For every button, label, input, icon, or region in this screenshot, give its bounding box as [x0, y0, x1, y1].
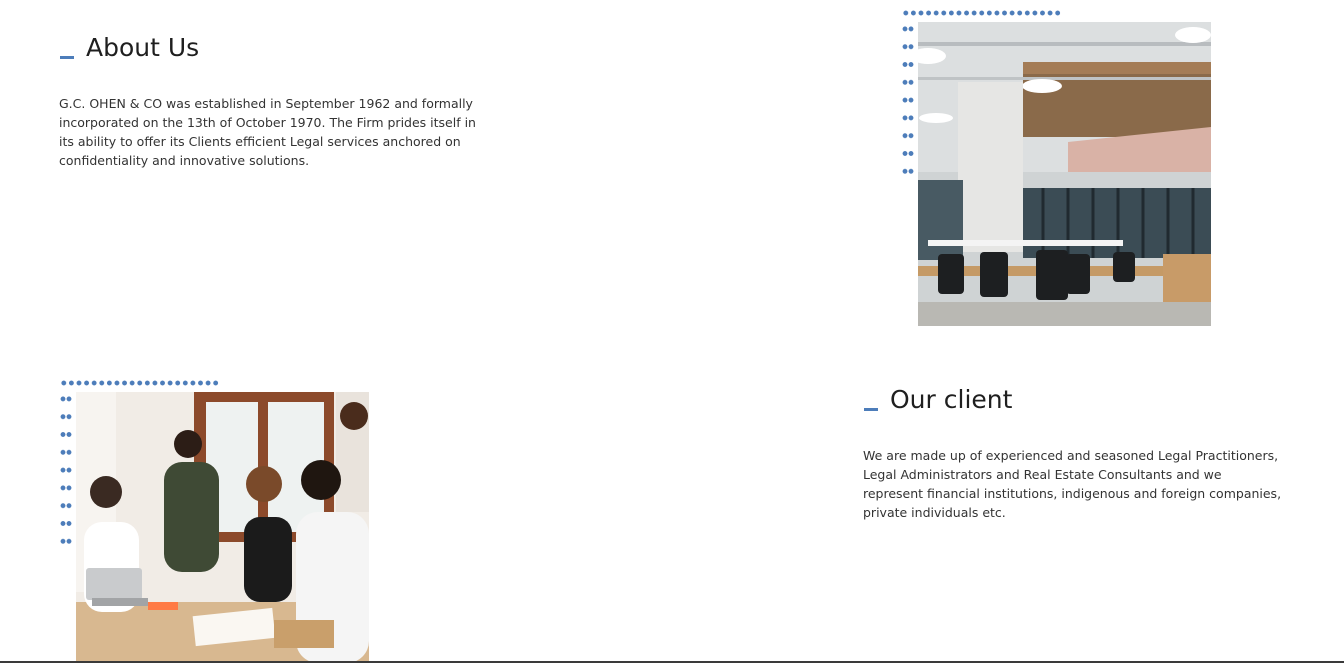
office-photo-illustration — [918, 22, 1211, 326]
dot-pattern-top — [60, 380, 220, 386]
team-image — [76, 392, 369, 663]
about-text: G.C. OHEN & CO was established in Septem… — [59, 96, 476, 168]
client-title-text: Our client — [890, 385, 1013, 414]
client-title: Our client — [864, 385, 1012, 414]
dot-pattern-side — [902, 20, 914, 180]
dot-pattern-side — [60, 390, 72, 550]
about-title-text: About Us — [86, 33, 200, 62]
office-image — [918, 22, 1211, 326]
team-photo-illustration — [76, 392, 369, 663]
title-dash-icon — [864, 408, 878, 411]
dot-pattern-top — [902, 10, 1062, 16]
about-title: About Us — [60, 33, 199, 62]
title-dash-icon — [60, 56, 74, 59]
client-text: We are made up of experienced and season… — [863, 448, 1282, 520]
